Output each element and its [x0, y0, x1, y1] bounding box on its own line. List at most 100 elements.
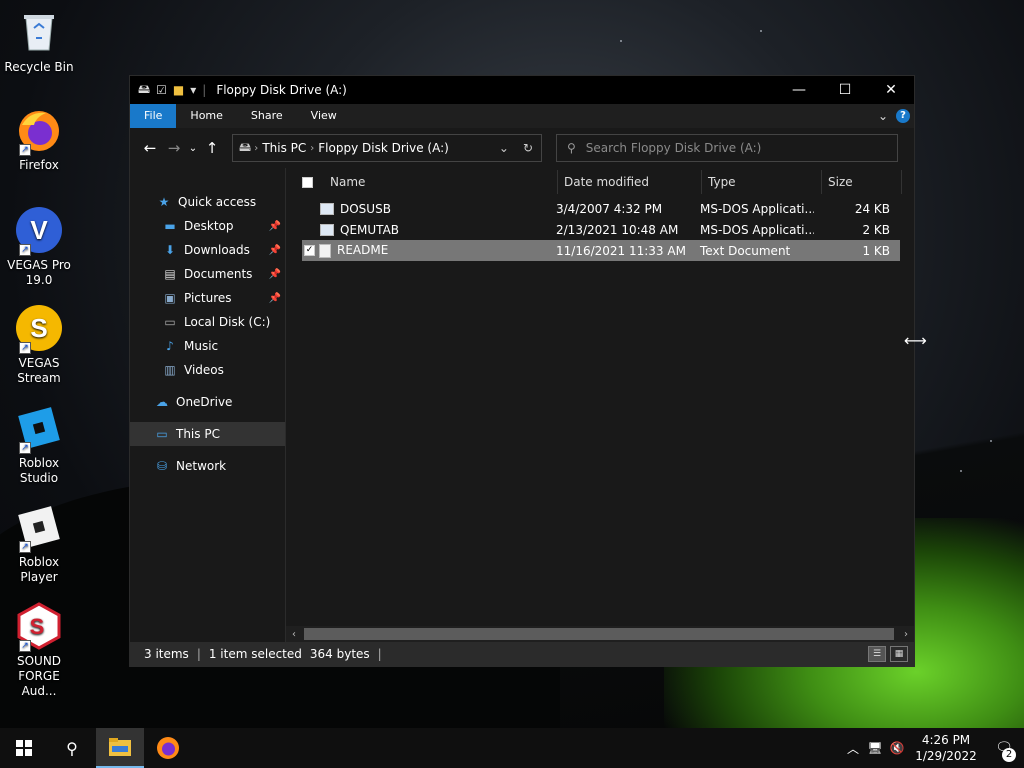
taskbar-firefox[interactable] — [144, 728, 192, 768]
nav-item-downloads[interactable]: ⬇ Downloads 📌 — [130, 238, 285, 262]
svg-text:V: V — [30, 215, 48, 245]
nav-item-pictures[interactable]: ▣ Pictures 📌 — [130, 286, 285, 310]
search-button[interactable]: ⚲ — [48, 728, 96, 768]
customize-toolbar-icon[interactable]: ▾ — [190, 83, 196, 97]
file-name-cell: ✓ README — [302, 243, 550, 258]
network-icon[interactable]: 🖥 — [864, 741, 886, 755]
volume-muted-icon[interactable]: 🔇 — [886, 741, 908, 755]
desktop-icon-label: VEGAS Stream — [17, 356, 61, 385]
row-checkbox[interactable]: ✓ — [304, 245, 315, 257]
selected-count: 1 item selected — [208, 647, 302, 661]
roblox-studio-icon: ↗ — [15, 404, 63, 454]
pin-icon[interactable]: 📌 — [269, 221, 281, 232]
cloud-icon: ☁ — [156, 395, 168, 409]
nav-item-onedrive[interactable]: ☁ OneDrive — [130, 390, 285, 414]
desktop-icon-roblox-studio[interactable]: ↗ Roblox Studio — [0, 404, 78, 486]
pin-icon[interactable]: 📌 — [269, 293, 281, 304]
file-list[interactable]: Name Date modified Type Size DOSUSB 3/4/… — [286, 168, 914, 642]
select-all-checkbox[interactable] — [286, 170, 313, 194]
firefox-icon — [157, 737, 179, 759]
desktop-icon-label: SOUND FORGE Aud... — [16, 654, 62, 698]
firefox-icon: ↗ — [15, 106, 63, 156]
address-bar[interactable]: 🖴 › This PC › Floppy Disk Drive (A:) ⌄ ↻ — [232, 134, 542, 162]
desktop-icon-vegas-pro[interactable]: V ↗ VEGAS Pro 19.0 — [0, 206, 78, 288]
nav-item-quick-access[interactable]: ★ Quick access — [130, 190, 285, 214]
close-button[interactable]: ✕ — [868, 76, 914, 104]
start-button[interactable] — [0, 728, 48, 768]
tab-view[interactable]: View — [297, 104, 351, 128]
up-button[interactable]: ↑ — [200, 139, 224, 157]
scroll-left-icon[interactable]: ‹ — [292, 629, 296, 640]
forward-button[interactable]: → — [162, 139, 186, 157]
nav-item-documents[interactable]: ▤ Documents 📌 — [130, 262, 285, 286]
table-row[interactable]: DOSUSB 3/4/2007 4:32 PM MS-DOS Applicati… — [302, 198, 900, 219]
help-icon[interactable]: ? — [896, 109, 910, 123]
desktop-icon-vegas-stream[interactable]: S ↗ VEGAS Stream — [0, 304, 78, 386]
tab-home[interactable]: Home — [176, 104, 236, 128]
file-name: README — [337, 243, 389, 258]
column-headers: Name Date modified Type Size — [286, 168, 914, 196]
action-center-button[interactable]: 🗨 2 — [984, 740, 1024, 762]
search-icon: ⚲ — [567, 141, 576, 155]
scroll-right-icon[interactable]: › — [904, 629, 908, 640]
ms-dos-app-icon — [320, 203, 334, 215]
table-row[interactable]: QEMUTAB 2/13/2021 10:48 AM MS-DOS Applic… — [302, 219, 900, 240]
clock-date: 1/29/2022 — [915, 749, 977, 763]
file-date: 2/13/2021 10:48 AM — [556, 222, 679, 237]
nav-item-network[interactable]: ⛁ Network — [130, 454, 285, 478]
star — [960, 470, 962, 472]
address-dropdown-icon[interactable]: ⌄ — [499, 141, 509, 155]
file-name-cell: DOSUSB — [302, 202, 550, 216]
breadcrumb-separator-icon: › — [310, 142, 315, 154]
file-explorer-window[interactable]: 🖴 ☑ ■ ▾ | Floppy Disk Drive (A:) — ☐ ✕ F… — [129, 75, 915, 667]
properties-icon[interactable]: ☑ — [156, 83, 167, 97]
expand-ribbon-icon[interactable]: ⌄ — [878, 109, 888, 123]
nav-item-this-pc[interactable]: ▭ This PC — [130, 422, 285, 446]
column-date-modified[interactable]: Date modified — [558, 170, 702, 194]
title-bar[interactable]: 🖴 ☑ ■ ▾ | Floppy Disk Drive (A:) — ☐ ✕ — [130, 76, 914, 104]
horizontal-scrollbar[interactable]: ‹ › — [286, 626, 914, 642]
tab-share[interactable]: Share — [237, 104, 297, 128]
refresh-icon[interactable]: ↻ — [523, 141, 533, 155]
file-size: 2 KB — [862, 222, 890, 237]
scrollbar-thumb[interactable] — [304, 628, 894, 640]
column-size[interactable]: Size — [822, 170, 902, 194]
star — [620, 40, 622, 42]
show-hidden-icons-icon[interactable]: ︿ — [842, 740, 864, 757]
minimize-button[interactable]: — — [776, 76, 822, 104]
column-type[interactable]: Type — [702, 170, 822, 194]
search-input[interactable]: ⚲ Search Floppy Disk Drive (A:) — [556, 134, 898, 162]
maximize-button[interactable]: ☐ — [822, 76, 868, 104]
pin-icon[interactable]: 📌 — [269, 269, 281, 280]
desktop-icon-sound-forge[interactable]: S ↗ SOUND FORGE Aud... — [0, 602, 78, 699]
desktop-icon-recycle-bin[interactable]: Recycle Bin — [0, 8, 78, 75]
navigation-pane[interactable]: ★ Quick access ▬ Desktop 📌 ⬇ Downloads 📌… — [130, 168, 286, 642]
table-row[interactable]: ✓ README 11/16/2021 11:33 AM Text Documen… — [302, 240, 900, 261]
taskbar-file-explorer[interactable] — [96, 728, 144, 768]
notification-badge: 2 — [1002, 748, 1016, 762]
large-icons-view-icon[interactable]: ▦ — [890, 646, 908, 662]
desktop-icon-roblox-player[interactable]: ↗ Roblox Player — [0, 503, 78, 585]
clock-time: 4:26 PM — [921, 733, 971, 747]
text-document-icon — [319, 243, 331, 258]
tab-file[interactable]: File — [130, 104, 177, 128]
nav-item-music[interactable]: ♪ Music — [130, 334, 285, 358]
star — [990, 440, 992, 442]
column-name[interactable]: Name — [310, 170, 558, 194]
details-view-icon[interactable]: ☰ — [868, 646, 886, 662]
nav-item-desktop[interactable]: ▬ Desktop 📌 — [130, 214, 285, 238]
clock[interactable]: 4:26 PM 1/29/2022 — [908, 732, 984, 764]
recent-locations-button[interactable]: ⌄ — [186, 143, 200, 154]
nav-item-videos[interactable]: ▥ Videos — [130, 358, 285, 382]
desktop-icon-firefox[interactable]: ↗ Firefox — [0, 106, 78, 173]
new-folder-icon[interactable]: ■ — [173, 83, 184, 97]
pin-icon[interactable]: 📌 — [269, 245, 281, 256]
nav-label: This PC — [176, 427, 220, 441]
taskbar: ⚲ ︿ 🖥 🔇 4:26 PM 1/29/2022 🗨 2 — [0, 728, 1024, 768]
back-button[interactable]: ← — [138, 139, 162, 157]
system-tray: ︿ 🖥 🔇 4:26 PM 1/29/2022 🗨 2 — [842, 728, 1024, 768]
quick-access-toolbar: 🖴 ☑ ■ ▾ | — [138, 80, 206, 101]
breadcrumb-this-pc[interactable]: This PC — [262, 141, 306, 155]
breadcrumb-current[interactable]: Floppy Disk Drive (A:) — [318, 141, 449, 155]
nav-item-local-disk[interactable]: ▭ Local Disk (C:) — [130, 310, 285, 334]
